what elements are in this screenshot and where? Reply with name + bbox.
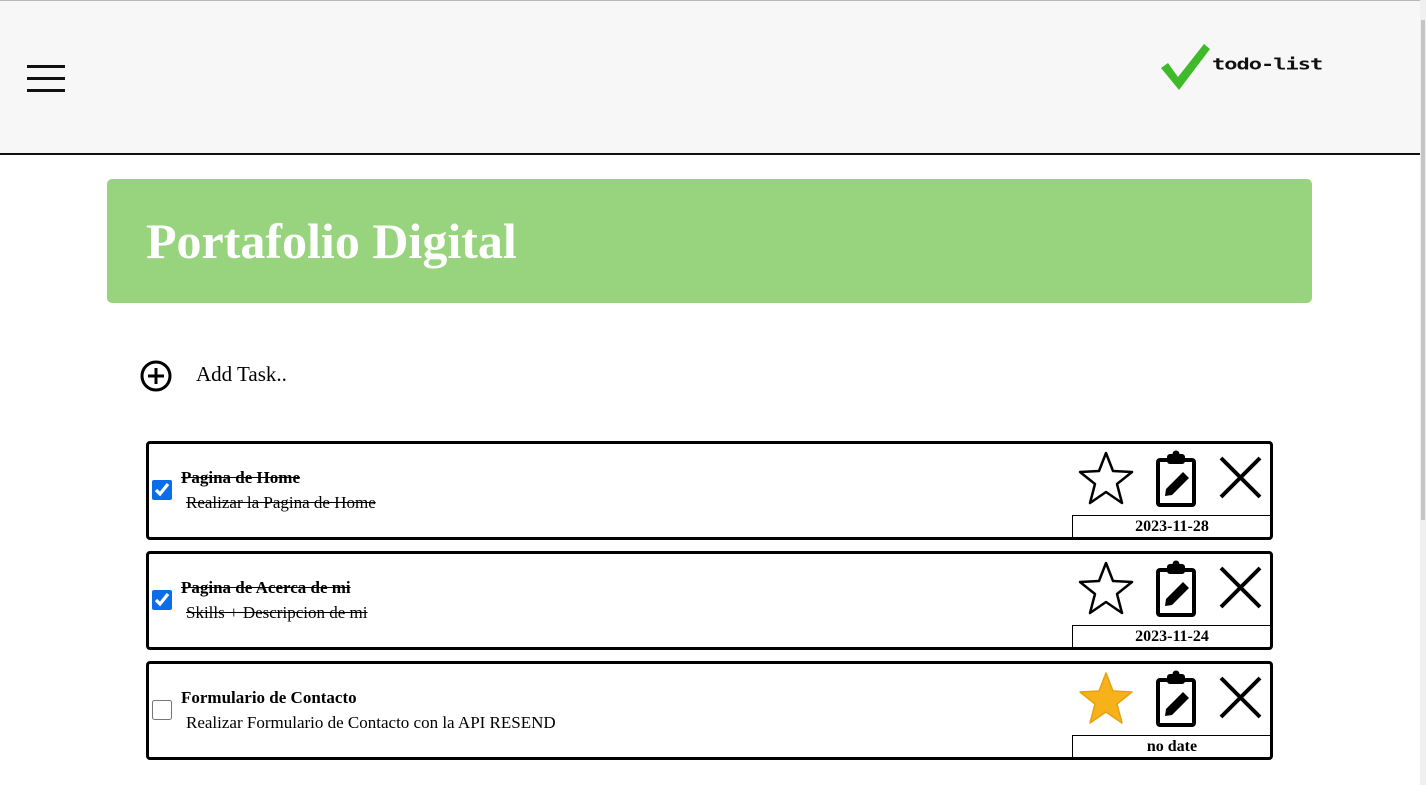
task-title: Pagina de Home	[181, 468, 300, 487]
task-complete-checkbox[interactable]	[152, 590, 172, 610]
task-item: Pagina de Home Realizar la Pagina de Hom…	[146, 441, 1273, 540]
task-complete-checkbox[interactable]	[152, 480, 172, 500]
task-list: Pagina de Home Realizar la Pagina de Hom…	[146, 441, 1273, 771]
delete-button[interactable]	[1210, 559, 1270, 619]
vertical-scrollbar[interactable]	[1420, 0, 1426, 785]
add-task-label: Add Task..	[196, 362, 287, 386]
delete-button[interactable]	[1210, 449, 1270, 509]
star-button[interactable]	[1076, 669, 1136, 729]
task-title: Formulario de Contacto	[181, 688, 357, 707]
delete-button[interactable]	[1210, 669, 1270, 729]
star-icon	[1079, 672, 1133, 724]
checkmark-icon	[1161, 44, 1210, 90]
hamburger-menu-icon[interactable]	[27, 65, 65, 93]
clipboard-edit-icon	[1156, 560, 1196, 617]
top-bar: todo-list	[0, 0, 1420, 155]
close-icon	[1219, 456, 1262, 499]
plus-circle-icon	[140, 360, 172, 392]
task-description: Realizar Formulario de Contacto con la A…	[186, 713, 556, 732]
task-title: Pagina de Acerca de mi	[181, 578, 351, 597]
task-description: Skills + Descripcion de mi	[186, 603, 368, 622]
close-icon	[1219, 566, 1262, 609]
task-item: Formulario de Contacto Realizar Formular…	[146, 661, 1273, 760]
close-icon	[1219, 676, 1262, 719]
task-description: Realizar la Pagina de Home	[186, 493, 376, 512]
task-date: 2023-11-28	[1072, 515, 1272, 537]
clipboard-edit-icon	[1156, 450, 1196, 507]
logo-text: todo-list	[1212, 56, 1323, 74]
star-icon	[1078, 561, 1134, 615]
edit-button[interactable]	[1145, 449, 1205, 509]
star-button[interactable]	[1076, 449, 1136, 509]
app-logo[interactable]: todo-list	[1158, 41, 1343, 93]
task-complete-checkbox[interactable]	[152, 700, 172, 720]
star-button[interactable]	[1076, 559, 1136, 619]
scrollbar-thumb[interactable]	[1421, 20, 1425, 520]
edit-button[interactable]	[1145, 669, 1205, 729]
clipboard-edit-icon	[1156, 670, 1196, 727]
task-date: 2023-11-24	[1072, 625, 1272, 647]
project-banner: Portafolio Digital	[107, 179, 1312, 303]
task-item: Pagina de Acerca de mi Skills + Descripc…	[146, 551, 1273, 650]
project-title: Portafolio Digital	[146, 213, 517, 269]
task-date: no date	[1072, 735, 1272, 757]
edit-button[interactable]	[1145, 559, 1205, 619]
star-icon	[1078, 451, 1134, 505]
